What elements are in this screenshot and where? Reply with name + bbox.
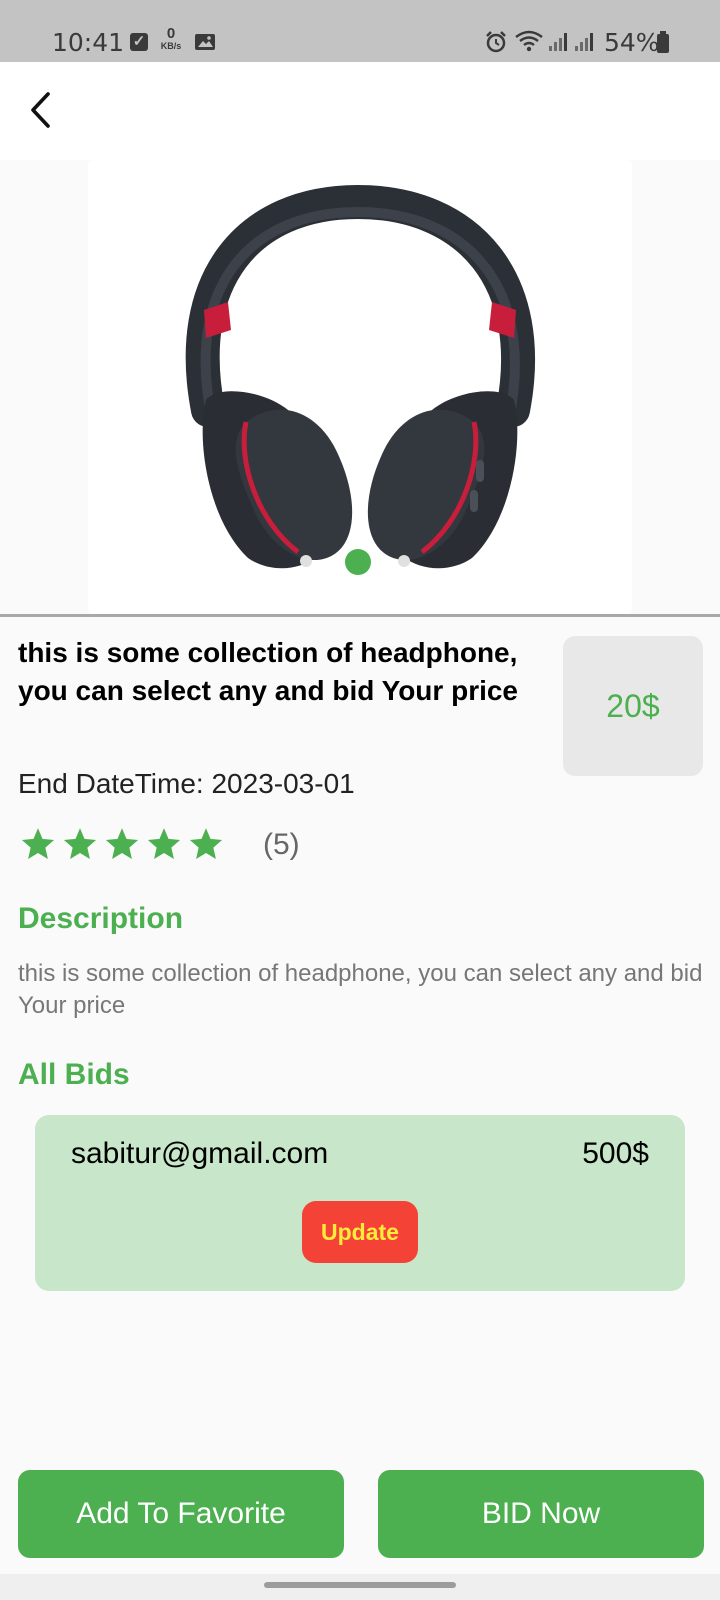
update-bid-button[interactable]: Update	[302, 1201, 418, 1263]
bid-email: sabitur@gmail.com	[71, 1137, 329, 1170]
star-icon	[21, 828, 55, 859]
battery-icon	[657, 31, 669, 53]
status-bar: 10:41 ✓ 0 KB/s 54%	[0, 0, 720, 62]
star-icon	[63, 828, 97, 859]
all-bids-heading: All Bids	[18, 1058, 130, 1091]
product-price: 20$	[606, 687, 660, 724]
divider	[0, 614, 720, 617]
network-speed-value: 0	[166, 25, 176, 42]
description-heading: Description	[18, 902, 184, 935]
rating-count: (5)	[263, 828, 300, 861]
price-box: 20$	[563, 636, 703, 776]
star-icon	[147, 828, 181, 859]
network-speed: 0 KB/s	[158, 26, 184, 51]
status-time: 10:41	[52, 28, 125, 57]
bid-amount: 500$	[582, 1137, 649, 1170]
star-icon	[105, 828, 139, 859]
carousel-dot[interactable]	[398, 555, 410, 567]
chevron-left-icon	[31, 92, 50, 128]
wifi-icon	[515, 30, 543, 52]
alarm-icon	[486, 31, 506, 53]
headphones-image	[185, 184, 535, 569]
carousel-dot[interactable]	[300, 555, 312, 567]
bid-now-button[interactable]: BID Now	[378, 1470, 704, 1558]
signal-icon	[575, 33, 593, 51]
checkbox-icon: ✓	[130, 33, 148, 51]
carousel-dot-active[interactable]	[345, 549, 371, 575]
add-to-favorite-button[interactable]: Add To Favorite	[18, 1470, 344, 1558]
star-icon	[189, 828, 223, 859]
signal-icon	[549, 33, 567, 51]
back-button[interactable]	[16, 86, 64, 134]
system-nav-bar	[0, 1574, 720, 1600]
battery-percentage: 54%	[604, 28, 660, 57]
product-title: this is some collection of headphone, yo…	[18, 637, 519, 706]
end-datetime: End DateTime: 2023-03-01	[18, 768, 355, 799]
home-indicator[interactable]	[264, 1582, 456, 1588]
description-text: this is some collection of headphone, yo…	[18, 960, 703, 1019]
app-bar	[0, 62, 720, 160]
network-speed-unit: KB/s	[160, 41, 182, 51]
image-carousel[interactable]	[88, 160, 632, 614]
bid-card: sabitur@gmail.com 500$ Update	[35, 1115, 685, 1291]
gallery-icon	[195, 34, 215, 50]
